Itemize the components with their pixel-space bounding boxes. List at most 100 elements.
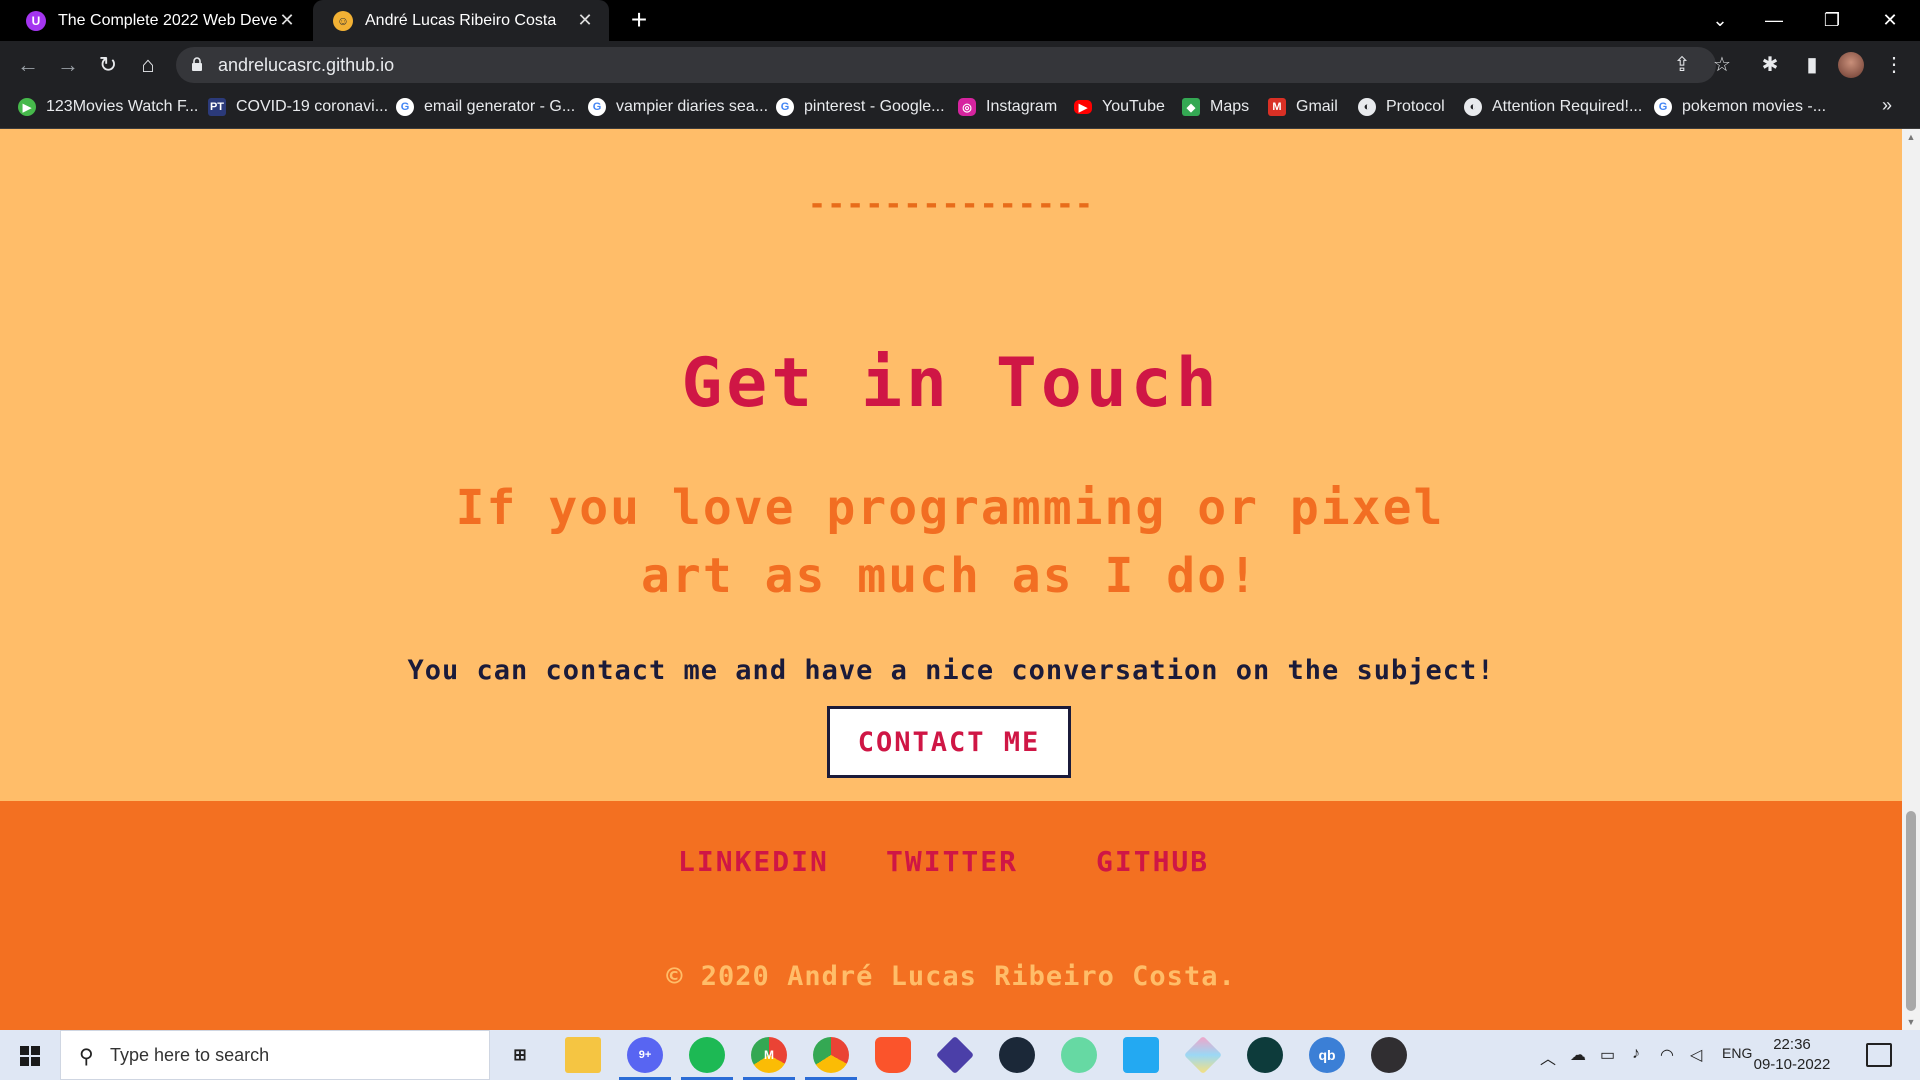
bookmark-label: COVID-19 coronavi... xyxy=(236,98,389,115)
more-bookmarks-button[interactable]: » xyxy=(1882,95,1892,116)
file-explorer-icon[interactable] xyxy=(565,1037,601,1073)
windows-start-button[interactable] xyxy=(8,1039,52,1071)
windows-taskbar: ⚲ Type here to search ⊞ 9+ M qb ︿ ☁ ▭ ♪ … xyxy=(0,1030,1920,1080)
brave-icon[interactable] xyxy=(875,1037,911,1073)
bookmark-label: vampier diaries sea... xyxy=(616,98,769,115)
tab-web-developer-course[interactable]: U The Complete 2022 Web Develop ✕ xyxy=(6,0,311,41)
profile-avatar[interactable] xyxy=(1838,52,1864,78)
share-icon[interactable]: ⇪ xyxy=(1670,53,1694,77)
github-link[interactable]: GITHUB xyxy=(1096,845,1209,878)
home-button[interactable]: ⌂ xyxy=(132,49,164,81)
spotify-icon[interactable] xyxy=(681,1037,733,1080)
obs-icon[interactable] xyxy=(1371,1037,1407,1073)
bookmark-item[interactable]: ◆ Maps xyxy=(1182,89,1249,125)
bookmarks-bar: ▶ 123Movies Watch F... PT COVID-19 coron… xyxy=(0,89,1920,129)
menu-icon[interactable]: ⋮ xyxy=(1878,49,1910,81)
bookmark-item[interactable]: G pinterest - Google... xyxy=(776,89,945,125)
bookmark-star-icon[interactable]: ☆ xyxy=(1710,53,1734,77)
twitter-link[interactable]: TWITTER xyxy=(886,845,1018,878)
chrome-profile-icon[interactable]: M xyxy=(743,1037,795,1080)
onedrive-icon[interactable]: ☁ xyxy=(1570,1045,1586,1065)
chrome-icon[interactable] xyxy=(805,1037,857,1080)
clock-date: 09-10-2022 xyxy=(1753,1056,1831,1073)
google-icon: G xyxy=(776,98,794,116)
bookmark-item[interactable]: ▶ 123Movies Watch F... xyxy=(18,89,198,125)
language-indicator[interactable]: ENG xyxy=(1722,1045,1752,1061)
scroll-thumb[interactable] xyxy=(1906,811,1916,1011)
tab-andre-lucas[interactable]: ☺ André Lucas Ribeiro Costa ✕ xyxy=(313,0,609,41)
reload-button[interactable]: ↻ xyxy=(92,49,124,81)
back-button[interactable]: ← xyxy=(12,49,44,81)
url-text: andrelucasrc.github.io xyxy=(218,55,395,75)
bookmark-label: email generator - G... xyxy=(424,98,576,115)
tab-search-button[interactable]: ⌄ xyxy=(1694,0,1746,41)
minimize-button[interactable]: — xyxy=(1748,0,1800,41)
pt-icon: PT xyxy=(208,98,226,116)
bookmark-item[interactable]: G pokemon movies -... xyxy=(1654,89,1826,125)
discord-icon[interactable]: 9+ xyxy=(619,1037,671,1080)
taskbar-search[interactable]: ⚲ Type here to search xyxy=(60,1030,490,1080)
scroll-down-icon[interactable]: ▼ xyxy=(1906,1017,1916,1027)
bookmark-item[interactable]: ◐ Protocol xyxy=(1358,89,1445,125)
chevron-up-icon[interactable]: ︿ xyxy=(1540,1045,1556,1069)
linkedin-link[interactable]: LINKEDIN xyxy=(678,845,829,878)
bookmark-item[interactable]: ◎ Instagram xyxy=(958,89,1057,125)
windows-logo-tile xyxy=(20,1057,29,1066)
taskbar-clock[interactable]: 22:36 09-10-2022 xyxy=(1752,1035,1832,1075)
maps-icon: ◆ xyxy=(1182,98,1200,116)
steam-icon[interactable] xyxy=(999,1037,1035,1073)
page-scrollbar[interactable]: ▲ ▼ xyxy=(1902,129,1920,1030)
bookmark-label: 123Movies Watch F... xyxy=(46,98,199,115)
clock-time: 22:36 xyxy=(1773,1036,1811,1053)
section-divider: --------------- xyxy=(808,187,1094,222)
bookmark-label: pinterest - Google... xyxy=(804,98,945,115)
vscode-icon[interactable] xyxy=(1123,1037,1159,1073)
bookmark-item[interactable]: M Gmail xyxy=(1268,89,1338,125)
wifi-icon[interactable]: ◠ xyxy=(1660,1045,1674,1065)
contact-text: You can contact me and have a nice conve… xyxy=(407,655,1495,686)
page-viewport: --------------- Get in Touch If you love… xyxy=(0,129,1902,1030)
volume-icon[interactable]: ◁ xyxy=(1690,1045,1702,1065)
forward-button[interactable]: → xyxy=(52,49,84,81)
scroll-up-icon[interactable]: ▲ xyxy=(1906,132,1916,142)
globe-icon: ◐ xyxy=(1358,98,1376,116)
windows-logo-tile xyxy=(31,1057,40,1066)
notification-center-icon[interactable] xyxy=(1866,1043,1892,1067)
bookmark-label: pokemon movies -... xyxy=(1682,98,1827,115)
microphone-icon[interactable]: ♪ xyxy=(1632,1045,1640,1063)
bookmark-label: Gmail xyxy=(1296,98,1338,115)
tab-title: The Complete 2022 Web Develop xyxy=(58,11,277,29)
task-view-icon[interactable]: ⊞ xyxy=(502,1037,538,1073)
side-panel-icon[interactable]: ▮ xyxy=(1796,49,1828,81)
address-bar[interactable]: andrelucasrc.github.io ⇪ ☆ xyxy=(176,47,1731,83)
search-placeholder: Type here to search xyxy=(110,1045,270,1065)
bookmark-item[interactable]: G vampier diaries sea... xyxy=(588,89,768,125)
close-tab-icon[interactable]: ✕ xyxy=(575,10,595,31)
extensions-icon[interactable]: ✱ xyxy=(1754,49,1786,81)
battery-icon[interactable]: ▭ xyxy=(1600,1045,1615,1065)
tab-title: André Lucas Ribeiro Costa xyxy=(365,11,557,29)
play-icon: ▶ xyxy=(18,98,36,116)
close-window-button[interactable]: ✕ xyxy=(1864,0,1916,41)
udemy-icon: U xyxy=(26,10,46,31)
bookmark-label: YouTube xyxy=(1102,98,1165,115)
google-icon: G xyxy=(588,98,606,116)
diamond-app-icon[interactable] xyxy=(935,1035,975,1075)
bookmark-item[interactable]: ▶ YouTube xyxy=(1074,89,1165,125)
atom-icon[interactable] xyxy=(1061,1037,1097,1073)
gitkraken-dark-icon[interactable] xyxy=(1247,1037,1283,1073)
qbittorrent-icon[interactable]: qb xyxy=(1309,1037,1345,1073)
bookmark-item[interactable]: ◐ Attention Required!... xyxy=(1464,89,1642,125)
youtube-icon: ▶ xyxy=(1074,100,1092,114)
google-icon: G xyxy=(1654,98,1672,116)
gitkraken-icon[interactable] xyxy=(1183,1035,1223,1075)
new-tab-button[interactable]: + xyxy=(624,5,654,35)
bookmark-item[interactable]: G email generator - G... xyxy=(396,89,575,125)
page-footer xyxy=(0,801,1902,1030)
bookmark-item[interactable]: PT COVID-19 coronavi... xyxy=(208,89,388,125)
google-icon: G xyxy=(396,98,414,116)
contact-me-button[interactable]: CONTACT ME xyxy=(827,706,1071,778)
windows-logo-tile xyxy=(20,1046,29,1055)
close-tab-icon[interactable]: ✕ xyxy=(277,10,297,31)
restore-button[interactable]: ❐ xyxy=(1806,0,1858,41)
